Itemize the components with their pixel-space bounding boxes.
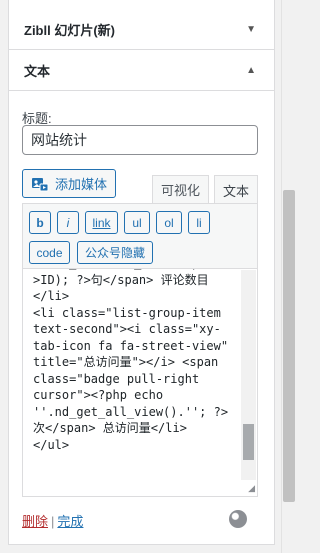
page-scroll-thumb[interactable] — [283, 190, 295, 502]
footer-separator: | — [51, 514, 55, 529]
quicktags-toolbar: b i link ul ol li code 公众号隐藏 — [22, 203, 258, 268]
tab-text[interactable]: 文本 — [214, 175, 258, 204]
widget-text-header[interactable]: 文本 ▲ — [9, 50, 274, 91]
title-input[interactable]: 网站统计 — [22, 125, 258, 155]
media-icon — [32, 177, 49, 191]
qt-bold-button[interactable]: b — [29, 211, 51, 234]
qt-code-button[interactable]: code — [29, 241, 70, 264]
editor-content[interactable]: frame_comments_users($post >ID); ?>句</sp… — [33, 269, 238, 453]
tab-visual[interactable]: 可视化 — [152, 175, 209, 204]
spinner-icon — [229, 510, 247, 528]
qt-ul-button[interactable]: ul — [124, 211, 150, 234]
widget-slideshow-header[interactable]: Zibll 幻灯片(新) ▼ — [9, 9, 274, 50]
caret-down-icon[interactable]: ▼ — [246, 24, 256, 35]
add-media-label: 添加媒体 — [55, 177, 108, 192]
done-link[interactable]: 完成 — [57, 514, 83, 529]
widget-text-title: 文本 — [24, 63, 51, 79]
editor-scroll-thumb[interactable] — [243, 424, 254, 460]
caret-up-icon[interactable]: ▲ — [246, 65, 256, 76]
widget-footer: 删除 | 完成 — [22, 511, 83, 530]
qt-ol-button[interactable]: ol — [156, 211, 182, 234]
add-media-button[interactable]: 添加媒体 — [22, 169, 116, 198]
qt-link-button[interactable]: link — [85, 211, 118, 234]
widget-slideshow-title: Zibll 幻灯片(新) — [24, 22, 115, 38]
qt-italic-button[interactable]: i — [57, 211, 79, 234]
delete-link[interactable]: 删除 — [22, 514, 48, 529]
qt-wechat-hide-button[interactable]: 公众号隐藏 — [77, 241, 153, 264]
qt-li-button[interactable]: li — [188, 211, 210, 234]
text-editor[interactable]: frame_comments_users($post >ID); ?>句</sp… — [22, 268, 258, 497]
resize-handle-icon[interactable]: ◢ — [248, 483, 255, 494]
